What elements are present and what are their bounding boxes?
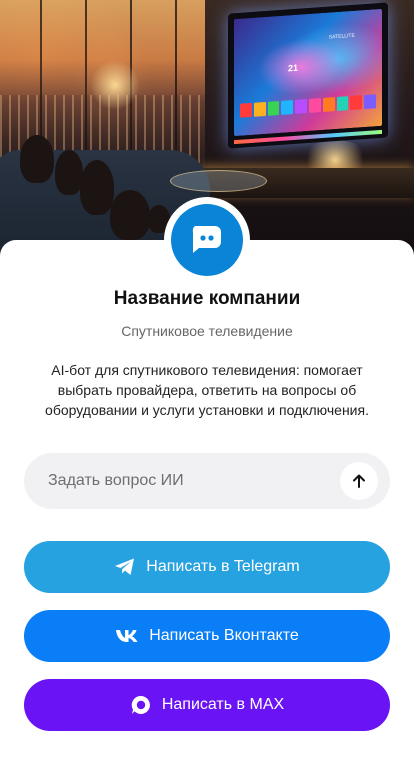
tv-app-tile: [267, 101, 280, 116]
lamp-glow: [90, 60, 140, 110]
tv-app-tiles: [240, 94, 376, 118]
person-silhouette: [55, 150, 83, 195]
arrow-up-icon: [353, 474, 365, 488]
vk-icon: [115, 629, 139, 643]
vk-button[interactable]: Написать Вконтакте: [24, 610, 390, 662]
max-icon: [130, 694, 152, 716]
max-button-label: Написать в MAX: [161, 696, 285, 713]
person-silhouette: [80, 160, 114, 215]
company-name: Название компании: [113, 288, 301, 309]
person-silhouette: [110, 190, 150, 240]
tv-app-tile: [295, 99, 307, 114]
telegram-button-label: Написать в Telegram: [146, 558, 300, 575]
company-description: AI-бот для спутникового телевидения: пом…: [45, 362, 369, 418]
tv-app-tile: [240, 102, 252, 118]
chat-bubble-icon: [171, 204, 243, 276]
tv: SATELLITE 21: [228, 2, 388, 149]
tv-app-tile: [308, 98, 321, 113]
telegram-icon: [114, 557, 136, 577]
tv-menu: SATELLITE: [328, 32, 355, 41]
company-category: Спутниковое телевидение: [121, 323, 293, 339]
tv-app-tile: [364, 94, 376, 110]
company-avatar: [164, 197, 250, 283]
tv-screen: SATELLITE 21: [234, 8, 382, 137]
tv-app-tile: [336, 96, 349, 112]
tv-number: 21: [288, 62, 299, 74]
tv-app-tile: [322, 97, 335, 112]
telegram-button[interactable]: Написать в Telegram: [24, 541, 390, 593]
ask-ai-field: [24, 452, 390, 510]
max-button[interactable]: Написать в MAX: [24, 679, 390, 731]
ask-ai-input[interactable]: [24, 452, 340, 510]
vk-button-label: Написать Вконтакте: [149, 627, 299, 644]
tv-app-tile: [253, 101, 266, 117]
coffee-table: [170, 170, 267, 192]
send-button[interactable]: [340, 462, 378, 500]
person-silhouette: [20, 135, 54, 183]
tv-app-tile: [281, 100, 294, 115]
tv-app-tile: [350, 95, 363, 111]
